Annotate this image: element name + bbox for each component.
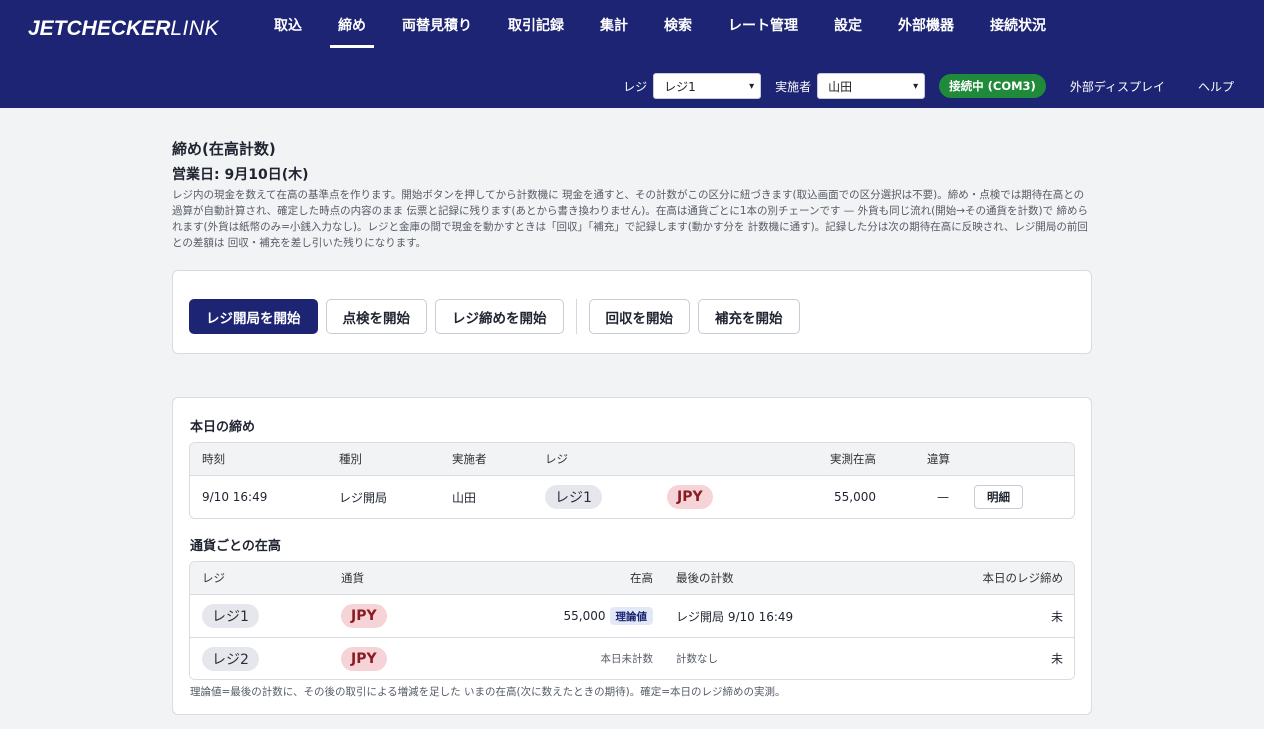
- nav-item-label: 取引記録: [508, 18, 564, 34]
- external-display-link[interactable]: 外部ディスプレイ: [1070, 78, 1165, 95]
- row-type: レジ開局: [339, 490, 388, 505]
- nav-item-search[interactable]: 検索: [646, 0, 710, 50]
- summary-card: 本日の締め 時刻 種別 実施者 レジ 実測在高 違算 9/10 16:49 レジ…: [172, 397, 1092, 715]
- nav-item-label: 外部機器: [898, 18, 954, 34]
- currency-chip: JPY: [667, 485, 713, 509]
- nav-item-label: 検索: [664, 18, 692, 34]
- nav-item-label: レート管理: [728, 18, 798, 34]
- main-nav: 取込 締め 両替見積り 取引記録 集計 検索 レート管理 設定 外部機器 接続状…: [256, 0, 1064, 50]
- col-time: 時刻: [202, 452, 225, 466]
- app-logo[interactable]: JETCHECKERLINK: [28, 17, 219, 41]
- table-header: 時刻 種別 実施者 レジ 実測在高 違算: [190, 443, 1074, 476]
- start-register-close-button[interactable]: レジ締めを開始: [435, 299, 564, 334]
- operator-select-label: 実施者: [775, 79, 812, 94]
- row-counted: 55,000: [834, 490, 876, 504]
- nav-item-rates[interactable]: レート管理: [710, 0, 816, 50]
- row-today-close: 未: [1050, 609, 1063, 624]
- business-date: 営業日: 9月10日(木): [172, 167, 309, 183]
- col-variance: 違算: [927, 452, 950, 466]
- col-register: レジ: [202, 571, 225, 585]
- nav-item-label: 両替見積り: [402, 18, 472, 34]
- start-inspection-button[interactable]: 点検を開始: [325, 299, 427, 334]
- nav-item-label: 設定: [834, 18, 862, 34]
- start-replenish-button[interactable]: 補充を開始: [698, 299, 800, 334]
- nav-item-transactions[interactable]: 取引記録: [490, 0, 582, 50]
- register-select[interactable]: レジ1 ▾: [653, 73, 762, 99]
- page-intro: 締め(在高計数) 営業日: 9月10日(木) レジ内の現金を数えて在高の基準点を…: [172, 138, 1092, 251]
- row-operator: 山田: [452, 490, 477, 505]
- currency-chip: JPY: [341, 604, 387, 628]
- nav-item-exchange-quote[interactable]: 両替見積り: [384, 0, 490, 50]
- row-currency: JPY: [667, 476, 713, 518]
- row-currency: JPY: [341, 595, 387, 637]
- chevron-down-icon: ▾: [749, 80, 755, 92]
- logo-light-text: LINK: [170, 17, 220, 40]
- header-subbar: レジ レジ1 ▾ 実施者 山田 ▾ 接続中 (COM3) 外部ディスプレイ ヘル…: [623, 72, 1264, 100]
- table-row: レジ2 JPY 本日未計数 計数なし 未: [190, 637, 1074, 679]
- nav-item-closing[interactable]: 締め: [320, 0, 384, 50]
- operator-select[interactable]: 山田 ▾: [817, 73, 926, 99]
- nav-item-settings[interactable]: 設定: [816, 0, 880, 50]
- start-register-open-button[interactable]: レジ開局を開始: [189, 299, 318, 334]
- today-closing-title: 本日の締め: [190, 420, 256, 435]
- row-last-count: レジ開局 9/10 16:49: [676, 609, 794, 624]
- balances-title: 通貨ごとの在高: [190, 539, 281, 554]
- actions-card: レジ開局を開始 点検を開始 レジ締めを開始 回収を開始 補充を開始: [172, 270, 1092, 354]
- currency-chip: JPY: [341, 646, 387, 671]
- col-counted: 実測在高: [830, 452, 876, 466]
- register-chip: レジ2: [202, 646, 259, 671]
- col-last-count: 最後の計数: [676, 571, 734, 585]
- detail-button[interactable]: 明細: [974, 485, 1023, 509]
- register-select-value: レジ1: [664, 79, 696, 94]
- today-closing-table: 時刻 種別 実施者 レジ 実測在高 違算 9/10 16:49 レジ開局 山田 …: [189, 442, 1075, 519]
- balances-table: レジ 通貨 在高 最後の計数 本日のレジ締め レジ1 JPY 55,000 理論…: [189, 561, 1075, 680]
- register-chip: レジ1: [545, 485, 602, 509]
- button-divider: [575, 299, 577, 334]
- nav-item-connection[interactable]: 接続状況: [972, 0, 1064, 50]
- page-description: レジ内の現金を数えて在高の基準点を作ります。開始ボタンを押してから計数機に 現金…: [172, 189, 1088, 249]
- row-balance: 本日未計数: [600, 653, 654, 665]
- row-detail: 明細: [974, 476, 1023, 518]
- nav-item-import[interactable]: 取込: [256, 0, 320, 50]
- balance-value: 55,000: [563, 609, 606, 623]
- connection-status-badge: 接続中 (COM3): [939, 74, 1046, 98]
- action-buttons: レジ開局を開始 点検を開始 レジ締めを開始 回収を開始 補充を開始: [189, 299, 808, 334]
- theoretical-badge: 理論値: [609, 607, 653, 625]
- table-row: レジ1 JPY 55,000 理論値 レジ開局 9/10 16:49 未: [190, 595, 1074, 637]
- nav-item-label: 取込: [274, 18, 302, 34]
- table-header: レジ 通貨 在高 最後の計数 本日のレジ締め: [190, 562, 1074, 595]
- top-header: JETCHECKERLINK 取込 締め 両替見積り 取引記録 集計 検索 レー…: [0, 0, 1264, 108]
- table-row: 9/10 16:49 レジ開局 山田 レジ1 JPY 55,000 — 明細: [190, 476, 1074, 518]
- logo-bold-text: JETCHECKER: [28, 17, 171, 40]
- start-collection-button[interactable]: 回収を開始: [588, 299, 690, 334]
- active-tab-indicator: [330, 45, 374, 48]
- operator-select-value: 山田: [828, 79, 853, 94]
- col-operator: 実施者: [452, 452, 487, 466]
- col-register: レジ: [545, 452, 568, 466]
- row-time: 9/10 16:49: [202, 490, 268, 504]
- row-currency: JPY: [341, 638, 387, 679]
- row-last-count: 計数なし: [676, 653, 718, 665]
- row-balance: 55,000 理論値: [520, 595, 653, 637]
- row-register: レジ2: [202, 638, 259, 679]
- row-variance: —: [937, 490, 949, 504]
- page-title: 締め(在高計数): [172, 140, 276, 158]
- nav-item-label: 集計: [600, 18, 628, 34]
- row-today-close: 未: [1050, 652, 1063, 666]
- register-select-label: レジ: [623, 79, 648, 94]
- nav-item-totals[interactable]: 集計: [582, 0, 646, 50]
- col-type: 種別: [339, 452, 362, 466]
- row-register: レジ1: [202, 595, 259, 637]
- register-chip: レジ1: [202, 604, 259, 628]
- row-register: レジ1: [545, 476, 602, 518]
- chevron-down-icon: ▾: [913, 80, 919, 92]
- help-link[interactable]: ヘルプ: [1198, 78, 1234, 95]
- nav-item-label: 接続状況: [990, 18, 1046, 34]
- balances-footnote: 理論値=最後の計数に、その後の取引による増減を足した いまの在高(次に数えたとき…: [190, 686, 786, 698]
- col-currency: 通貨: [341, 571, 364, 585]
- col-today-close: 本日のレジ締め: [982, 571, 1064, 585]
- col-balance: 在高: [630, 571, 653, 585]
- nav-item-label: 締め: [338, 18, 366, 34]
- nav-item-devices[interactable]: 外部機器: [880, 0, 972, 50]
